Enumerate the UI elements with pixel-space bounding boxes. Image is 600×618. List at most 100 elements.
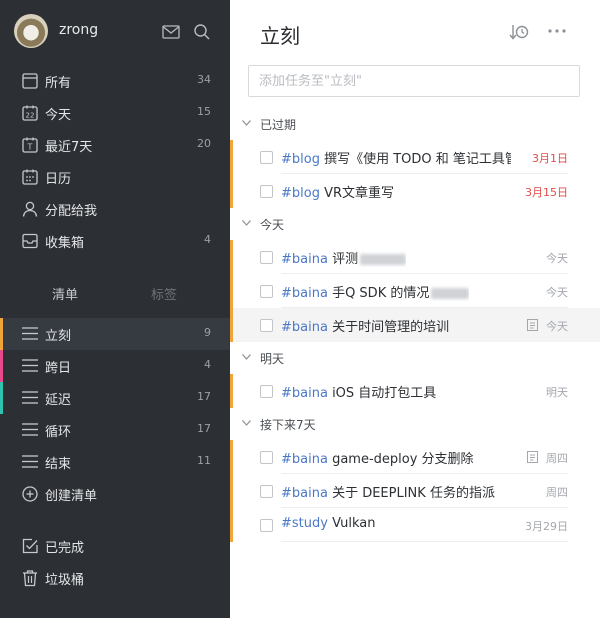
task-row[interactable]: #baina iOS 自动打包工具 明天 — [230, 374, 600, 408]
nav-item-inbox[interactable]: 收集箱 4 — [0, 225, 230, 257]
sort-by-time-icon[interactable] — [509, 23, 529, 41]
list-label: 延迟 — [45, 393, 72, 408]
task-text: 评测 — [327, 252, 359, 267]
list-item-ended[interactable]: 结束 11 — [0, 446, 230, 478]
task-checkbox[interactable] — [260, 251, 273, 264]
task-title[interactable]: #blog 撰写《使用 TODO 和 笔记工具管理工 — [281, 148, 511, 167]
task-title[interactable]: #baina 手Q SDK 的情况 — [281, 282, 470, 301]
task-checkbox[interactable] — [260, 485, 273, 498]
task-row[interactable]: #baina game-deploy 分支删除 周四 — [230, 440, 600, 474]
mail-icon[interactable] — [161, 22, 181, 42]
task-row[interactable]: #baina 手Q SDK 的情况 今天 — [230, 274, 600, 308]
task-row[interactable]: #baina 关于时间管理的培训 今天 — [230, 308, 600, 342]
list-count: 4 — [204, 358, 211, 371]
list-item-crossday[interactable]: 跨日 4 — [0, 350, 230, 382]
list-count: 11 — [197, 454, 211, 467]
task-checkbox[interactable] — [260, 519, 273, 532]
nav-item-today[interactable]: 22 今天 15 — [0, 97, 230, 129]
nav-item-next7days[interactable]: T 最近7天 20 — [0, 129, 230, 161]
nav-item-completed[interactable]: 已完成 — [0, 530, 230, 562]
task-row[interactable]: #blog VR文章重写 3月15日 — [230, 174, 600, 208]
task-tag[interactable]: #baina — [281, 286, 328, 301]
note-icon — [527, 451, 538, 463]
list-label: 跨日 — [45, 361, 72, 376]
nav-label: 垃圾桶 — [45, 573, 85, 588]
task-title[interactable]: #baina iOS 自动打包工具 — [281, 382, 436, 401]
task-date: 3月15日 — [525, 186, 568, 199]
task-date: 3月29日 — [525, 520, 568, 533]
nav-item-calendar[interactable]: 日历 — [0, 161, 230, 193]
task-title[interactable]: #study Vulkan — [281, 516, 375, 531]
task-text: 关于 DEEPLINK 任务的指派 — [327, 486, 495, 501]
task-title[interactable]: #baina 关于时间管理的培训 — [281, 316, 449, 335]
nav-label: 最近7天 — [45, 140, 93, 155]
task-tag[interactable]: #baina — [281, 452, 328, 467]
task-tag[interactable]: #study — [281, 516, 328, 531]
task-checkbox[interactable] — [260, 319, 273, 332]
svg-text:T: T — [27, 143, 33, 152]
section-today[interactable]: 今天 — [230, 211, 600, 237]
task-checkbox[interactable] — [260, 451, 273, 464]
task-title[interactable]: #blog VR文章重写 — [281, 182, 394, 201]
list-color-bar — [0, 318, 3, 350]
tab-lists[interactable]: 清单 — [52, 284, 78, 303]
svg-text:22: 22 — [26, 112, 35, 120]
section-overdue[interactable]: 已过期 — [230, 111, 600, 137]
search-icon[interactable] — [192, 22, 212, 42]
task-tag[interactable]: #baina — [281, 486, 328, 501]
task-row[interactable]: #baina 关于 DEEPLINK 任务的指派 周四 — [230, 474, 600, 508]
list-item-now[interactable]: 立刻 9 — [0, 318, 230, 350]
task-checkbox[interactable] — [260, 185, 273, 198]
task-checkbox[interactable] — [260, 385, 273, 398]
task-tag[interactable]: #baina — [281, 386, 328, 401]
task-tag[interactable]: #baina — [281, 320, 328, 335]
nav-label: 分配给我 — [45, 204, 98, 219]
task-tag[interactable]: #baina — [281, 252, 328, 267]
tab-tags[interactable]: 标签 — [151, 284, 177, 303]
username[interactable]: zrong — [59, 22, 98, 38]
task-checkbox[interactable] — [260, 151, 273, 164]
task-title[interactable]: #baina 关于 DEEPLINK 任务的指派 — [281, 482, 495, 501]
more-icon[interactable] — [547, 25, 567, 37]
list-color-edge — [230, 240, 233, 274]
task-tag[interactable]: #blog — [281, 186, 320, 201]
list-color-edge — [230, 440, 233, 474]
task-date: 明天 — [546, 386, 568, 399]
task-text: 关于时间管理的培训 — [327, 320, 450, 335]
tray-icon — [22, 233, 38, 249]
nav-item-all[interactable]: 所有 34 — [0, 65, 230, 97]
nav-item-assigned[interactable]: 分配给我 — [0, 193, 230, 225]
task-date: 周四 — [546, 486, 568, 499]
nav-count: 34 — [197, 73, 211, 86]
list-label: 结束 — [45, 457, 72, 472]
note-icon — [527, 319, 538, 331]
nav-count: 4 — [204, 233, 211, 246]
section-next7days[interactable]: 接下来7天 — [230, 411, 600, 437]
list-color-edge — [230, 274, 233, 308]
add-task-input[interactable] — [248, 65, 580, 97]
list-item-delayed[interactable]: 延迟 17 — [0, 382, 230, 414]
task-date: 今天 — [546, 320, 568, 333]
task-tag[interactable]: #blog — [281, 152, 320, 167]
person-icon — [22, 201, 38, 217]
task-row[interactable]: #baina 评测 今天 — [230, 240, 600, 274]
sidebar-tabs: 清单 标签 — [0, 280, 230, 304]
list-color-edge — [230, 374, 233, 408]
checkbox-done-icon — [22, 538, 38, 554]
create-list-button[interactable]: 创建清单 — [0, 478, 230, 510]
chevron-down-icon — [242, 354, 251, 360]
task-checkbox[interactable] — [260, 285, 273, 298]
task-title[interactable]: #baina game-deploy 分支删除 — [281, 448, 474, 467]
section-tomorrow[interactable]: 明天 — [230, 345, 600, 371]
task-row[interactable]: #study Vulkan 3月29日 — [230, 508, 600, 542]
task-title[interactable]: #baina 评测 — [281, 248, 407, 267]
section-label: 今天 — [260, 218, 285, 232]
nav-item-trash[interactable]: 垃圾桶 — [0, 562, 230, 594]
calendar-22-icon: 22 — [22, 105, 38, 121]
nav-label: 所有 — [45, 76, 72, 91]
list-item-recurring[interactable]: 循环 17 — [0, 414, 230, 446]
task-row[interactable]: #blog 撰写《使用 TODO 和 笔记工具管理工 3月1日 — [230, 140, 600, 174]
list-color-edge — [230, 174, 233, 208]
list-color-edge — [230, 508, 233, 542]
avatar[interactable] — [14, 14, 48, 48]
